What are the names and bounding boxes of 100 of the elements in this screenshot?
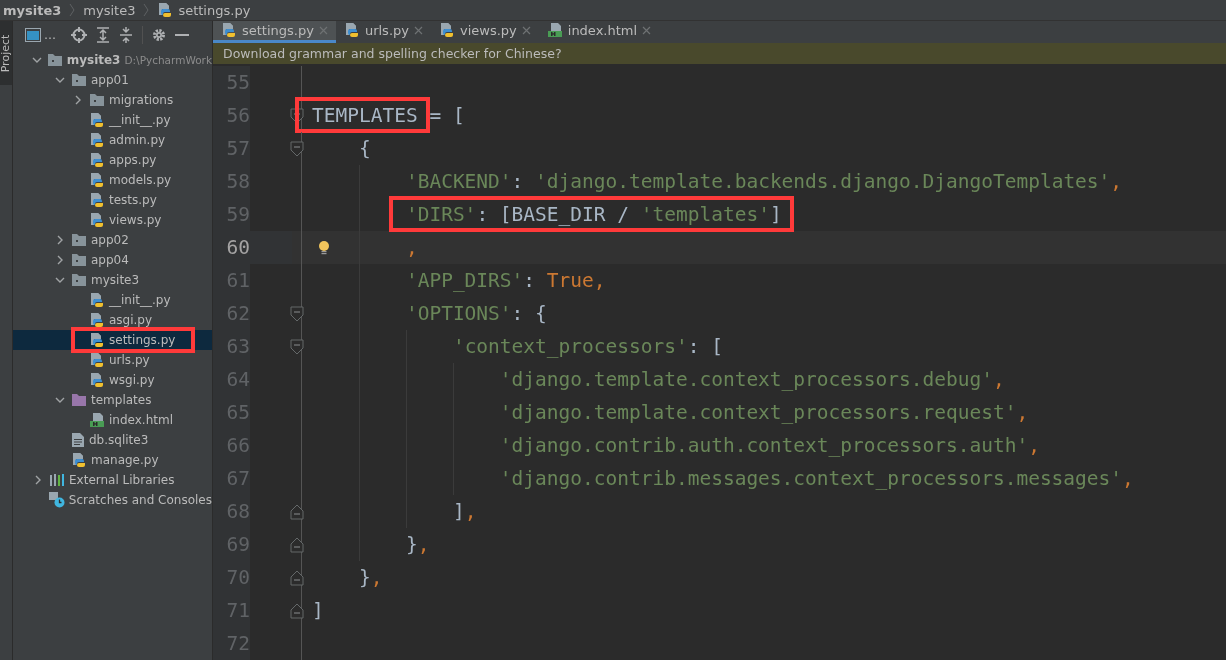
breadcrumb-item[interactable]: mysite3 <box>3 2 62 18</box>
scratches-icon <box>48 492 65 508</box>
code-text: ] <box>312 599 324 622</box>
project-tab[interactable]: Project <box>0 21 12 85</box>
tree-item[interactable]: External Libraries <box>13 470 212 490</box>
close-icon[interactable] <box>642 25 652 35</box>
code-text: 'DIRS': [BASE_DIR / 'templates'] <box>405 203 782 226</box>
folder-path: D:\PycharmWork <box>124 54 212 66</box>
python-file-icon <box>157 2 174 18</box>
fold-marker-icon[interactable] <box>290 569 304 586</box>
locate-icon[interactable] <box>71 27 87 43</box>
lightbulb-icon[interactable] <box>318 239 330 256</box>
code-text: 'context_processors': [ <box>452 335 723 358</box>
settings-icon[interactable] <box>152 28 166 42</box>
tree-item[interactable]: Scratches and Consoles <box>13 490 212 510</box>
python-file-icon <box>89 372 105 388</box>
chevron-right-icon[interactable] <box>73 95 83 105</box>
folder-icon <box>71 273 87 287</box>
folder-icon <box>71 253 87 267</box>
chevron-right-icon[interactable] <box>55 235 65 245</box>
chevron-right-icon[interactable] <box>33 475 43 485</box>
window-icon[interactable] <box>25 28 41 42</box>
code-text: , <box>405 236 418 259</box>
python-file-icon <box>89 352 105 368</box>
chevron-right-icon[interactable] <box>55 255 65 265</box>
fold-marker-icon[interactable] <box>290 305 304 322</box>
tree-item[interactable]: urls.py <box>13 350 212 370</box>
minimize-icon[interactable] <box>175 33 189 37</box>
chevron-down-icon[interactable] <box>55 395 65 405</box>
tree-item[interactable]: admin.py <box>13 130 212 150</box>
code-text: 'django.template.context_processors.request', <box>499 401 1029 424</box>
code-text: 'BACKEND': 'django.template.backends.django.DjangoTemplates', <box>405 170 1123 193</box>
library-icon <box>49 473 65 487</box>
tree-item[interactable]: manage.py <box>13 450 212 470</box>
code-text: ], <box>452 500 477 523</box>
code-text: 'django.template.context_processors.debug', <box>499 368 1005 391</box>
fold-marker-icon[interactable] <box>290 602 304 619</box>
python-file-icon <box>71 452 87 468</box>
python-file-icon <box>89 292 105 308</box>
code-text: 'django.contrib.messages.context_processors.messages', <box>499 467 1134 490</box>
tree-item[interactable]: apps.py <box>13 150 212 170</box>
editor-tab[interactable]: urls.py <box>335 21 431 43</box>
tree-item[interactable]: wsgi.py <box>13 370 212 390</box>
code-text: 'OPTIONS': { <box>405 302 547 325</box>
editor-tab[interactable]: views.py <box>430 21 539 43</box>
close-icon[interactable] <box>413 25 423 35</box>
folder-icon <box>46 53 63 67</box>
fold-marker-icon[interactable] <box>290 503 304 520</box>
tree-item[interactable]: __init__.py <box>13 290 212 310</box>
expand-all-icon[interactable] <box>96 27 110 43</box>
code-text: = [ <box>428 104 465 127</box>
folder-icon <box>71 233 87 247</box>
editor-tab[interactable]: index.html <box>538 21 660 43</box>
tree-item[interactable]: tests.py <box>13 190 212 210</box>
file-icon <box>71 432 85 448</box>
editor-tab[interactable]: settings.py <box>213 21 336 43</box>
html-file-icon <box>546 22 563 39</box>
code-text: }, <box>405 533 430 556</box>
chevron-right-icon <box>142 3 151 17</box>
code-text: 'django.contrib.auth.context_processors.auth', <box>499 434 1040 457</box>
code-text: { <box>358 137 371 160</box>
tree-item[interactable]: mysite3 D:\PycharmWork <box>13 50 212 70</box>
python-file-icon <box>89 132 105 148</box>
fold-marker-icon[interactable] <box>290 536 304 553</box>
html-file-icon <box>89 412 105 428</box>
tree-item[interactable]: app04 <box>13 250 212 270</box>
tree-item[interactable]: __init__.py <box>13 110 212 130</box>
close-icon[interactable] <box>521 25 531 35</box>
tree-item[interactable]: index.html <box>13 410 212 430</box>
folder-icon <box>71 73 87 87</box>
tree-item[interactable]: templates <box>13 390 212 410</box>
python-file-icon <box>89 152 105 168</box>
chevron-down-icon[interactable] <box>55 75 65 85</box>
folder-icon <box>89 93 105 107</box>
tree-item[interactable]: settings.py <box>13 330 212 350</box>
tree-item[interactable]: asgi.py <box>13 310 212 330</box>
breadcrumb-item[interactable]: mysite3 <box>83 2 136 18</box>
chevron-down-icon[interactable] <box>55 275 65 285</box>
code-text: }, <box>358 566 383 589</box>
python-file-icon <box>89 312 105 328</box>
code-text: TEMPLATES <box>312 104 418 127</box>
tree-item[interactable]: models.py <box>13 170 212 190</box>
tree-item[interactable]: mysite3 <box>13 270 212 290</box>
view-selector[interactable]: … <box>44 28 56 42</box>
tree-item[interactable]: app01 <box>13 70 212 90</box>
collapse-all-icon[interactable] <box>119 27 133 43</box>
chevron-down-icon[interactable] <box>31 55 42 65</box>
fold-marker-icon[interactable] <box>290 140 304 157</box>
python-file-icon <box>89 212 105 228</box>
tree-item[interactable]: migrations <box>13 90 212 110</box>
folder-icon <box>71 393 87 407</box>
chevron-right-icon <box>68 3 77 17</box>
tree-item[interactable]: app02 <box>13 230 212 250</box>
python-file-icon <box>89 192 105 208</box>
tree-item[interactable]: views.py <box>13 210 212 230</box>
fold-marker-icon[interactable] <box>290 338 304 355</box>
notification-text: Download grammar and spelling checker for Chinese? <box>223 45 562 61</box>
python-file-icon <box>221 22 237 39</box>
tree-item[interactable]: db.sqlite3 <box>13 430 212 450</box>
breadcrumb-item[interactable]: settings.py <box>178 2 251 18</box>
